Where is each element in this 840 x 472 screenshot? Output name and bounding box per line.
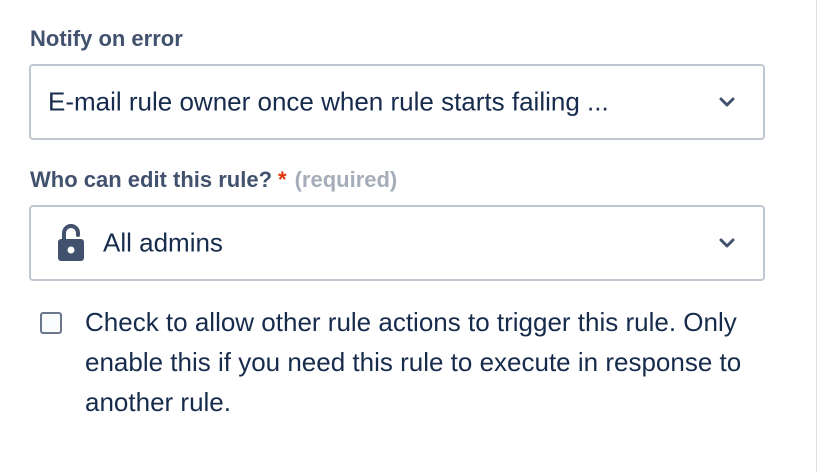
allow-trigger-label[interactable]: Check to allow other rule actions to tri… [85, 302, 785, 422]
required-hint: (required) [294, 167, 398, 192]
chevron-down-icon [719, 97, 735, 107]
unlocked-padlock-icon [58, 224, 84, 261]
allow-trigger-checkbox[interactable] [40, 312, 62, 334]
who-can-edit-label: Who can edit this rule? * (required) [30, 167, 397, 193]
notify-on-error-label: Notify on error [30, 26, 183, 51]
rule-settings-panel: Notify on error E-mail rule owner once w… [0, 0, 817, 472]
right-gutter [817, 0, 840, 472]
notify-on-error-select[interactable]: E-mail rule owner once when rule starts … [29, 64, 765, 140]
who-can-edit-select[interactable]: All admins [29, 205, 765, 281]
required-asterisk: * [278, 167, 287, 192]
notify-on-error-value: E-mail rule owner once when rule starts … [48, 86, 609, 117]
chevron-down-icon [719, 238, 735, 248]
who-can-edit-value: All admins [103, 227, 223, 258]
who-can-edit-label-text: Who can edit this rule? [30, 167, 273, 192]
